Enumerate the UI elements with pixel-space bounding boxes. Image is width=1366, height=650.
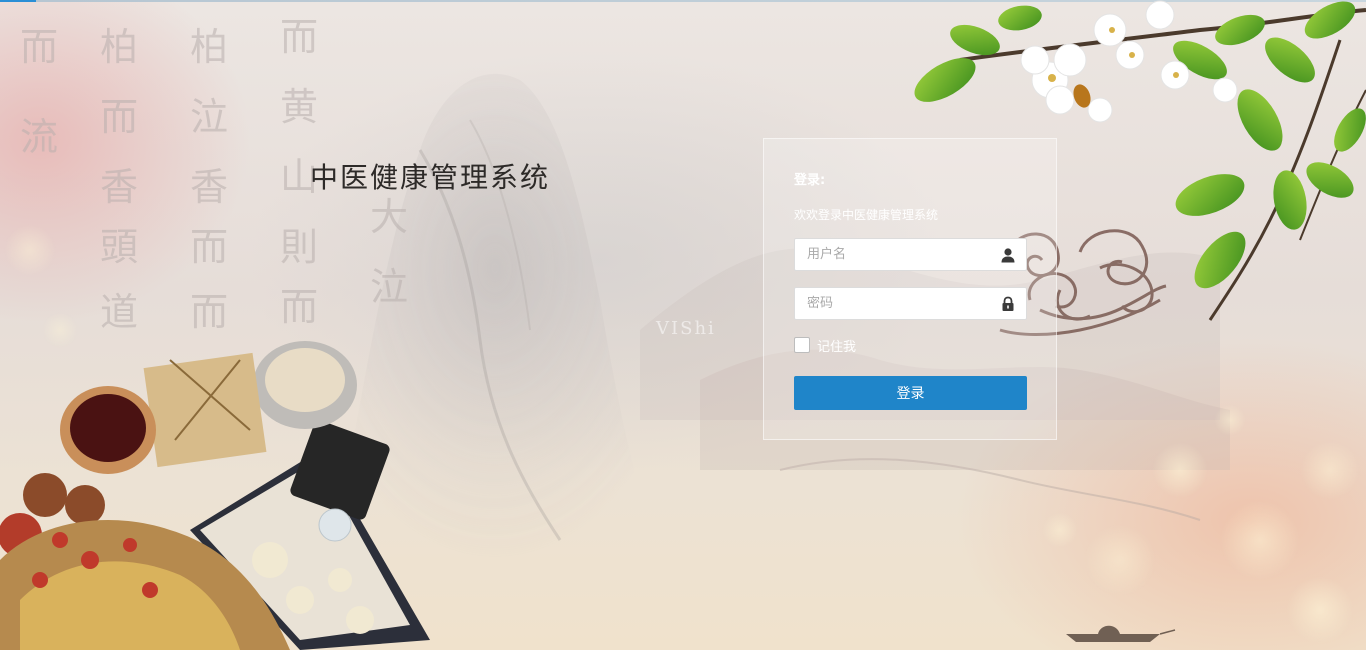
svg-text:而: 而 <box>190 225 228 269</box>
svg-text:而: 而 <box>20 25 58 69</box>
password-field-container <box>794 287 1027 320</box>
remember-me-label: 记住我 <box>817 339 857 355</box>
boat-decoration <box>1066 625 1176 642</box>
remember-me-checkbox[interactable] <box>794 337 810 353</box>
username-input[interactable] <box>795 239 997 270</box>
watermark-text: VIShi <box>656 318 716 339</box>
svg-text:則: 則 <box>280 225 318 269</box>
svg-text:黄: 黄 <box>280 85 318 129</box>
system-title: 中医健康管理系统 <box>310 161 551 194</box>
svg-text:道: 道 <box>100 290 138 334</box>
svg-text:而: 而 <box>280 285 318 329</box>
login-page: 而 柏 柏 而 而 泣 黄 流 香 香 山 大 頭 而 則 泣 道 而 而 中医… <box>0 0 1366 650</box>
lock-icon <box>1002 296 1014 311</box>
svg-text:而: 而 <box>190 290 228 334</box>
remember-me[interactable]: 记住我 <box>794 336 857 355</box>
svg-text:頭: 頭 <box>100 225 138 269</box>
svg-text:而: 而 <box>280 15 318 59</box>
login-button[interactable]: 登录 <box>794 376 1027 410</box>
svg-text:香: 香 <box>100 165 138 209</box>
svg-text:大: 大 <box>370 195 408 239</box>
svg-text:泣: 泣 <box>190 95 228 139</box>
login-heading: 登录: <box>794 173 826 188</box>
user-icon <box>1001 248 1015 263</box>
password-input[interactable] <box>795 288 997 319</box>
svg-text:而: 而 <box>100 95 138 139</box>
login-welcome-text: 欢欢登录中医健康管理系统 <box>794 208 939 222</box>
login-panel: 登录: 欢欢登录中医健康管理系统 记住我 登录 <box>763 138 1057 440</box>
svg-text:柏: 柏 <box>190 25 228 69</box>
svg-text:香: 香 <box>190 165 228 209</box>
svg-text:流: 流 <box>20 115 58 159</box>
svg-text:泣: 泣 <box>370 265 408 309</box>
svg-text:柏: 柏 <box>100 25 138 69</box>
username-field-container <box>794 238 1027 271</box>
